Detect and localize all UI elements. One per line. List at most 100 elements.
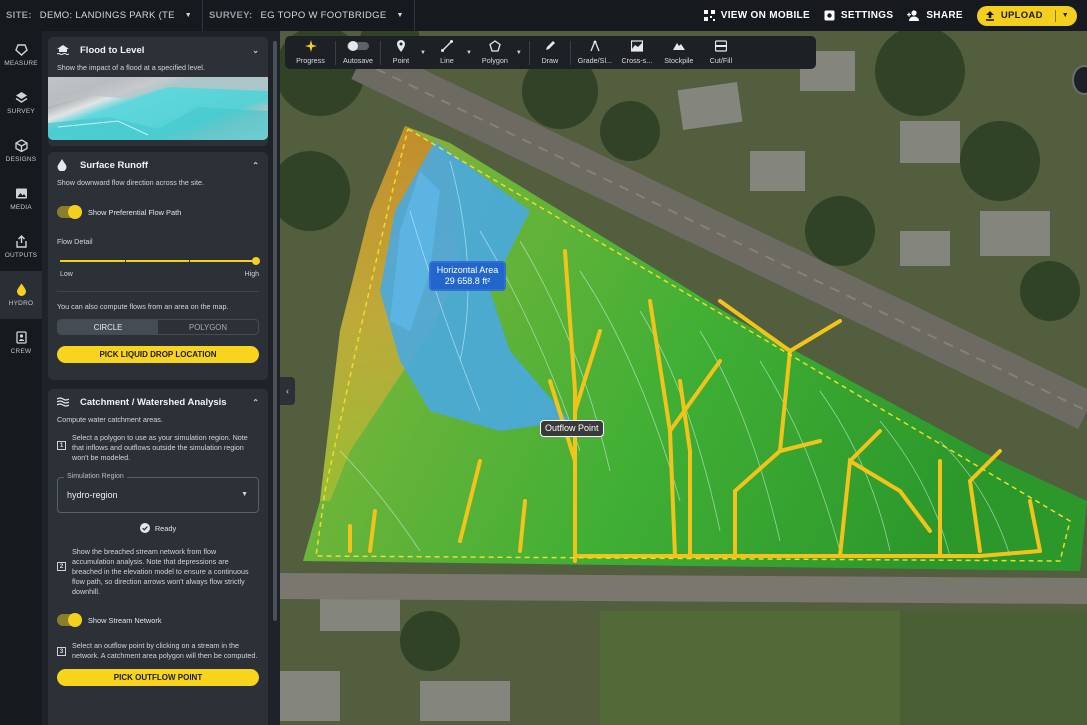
stream-network-toggle[interactable] (57, 613, 82, 627)
tool-label: Autosave (343, 56, 373, 65)
layers-icon (15, 92, 27, 103)
flood-card-header[interactable]: Flood to Level ⌄ (48, 37, 268, 63)
tool-cross-section[interactable]: Cross-s... (616, 36, 658, 69)
tool-label: Polygon (481, 56, 508, 65)
chevron-down-icon: ▼ (184, 12, 193, 19)
tool-label: Point (392, 56, 410, 65)
flow-detail-label: Flow Detail (57, 237, 93, 246)
collapse-sidebar-button[interactable]: ‹ (280, 377, 295, 405)
ready-label: Ready (154, 523, 177, 533)
pick-outflow-point-button[interactable]: PICK OUTFLOW POINT (57, 669, 259, 686)
rail-item-label: HYDRO (8, 300, 34, 307)
simulation-region-value: hydro-region (67, 490, 118, 500)
rail-item-outputs[interactable]: OUTPUTS (0, 223, 42, 271)
chevron-down-icon[interactable]: ▼ (516, 50, 522, 56)
flow-detail-slider[interactable] (60, 255, 260, 267)
simulation-region-label: Simulation Region (64, 473, 127, 480)
divider (1054, 9, 1056, 22)
tool-label: Cut/Fill (709, 56, 733, 65)
slider-thumb[interactable] (252, 257, 260, 265)
preferential-flow-toggle[interactable] (57, 205, 82, 219)
left-rail: MEASURE SURVEY DESIGNS MEDIA OUTPUTS HYD… (0, 31, 42, 725)
rail-item-survey[interactable]: SURVEY (0, 79, 42, 127)
simulation-region-select[interactable]: Simulation Region hydro-region ▼ (57, 473, 259, 513)
surface-runoff-card: Surface Runoff ⌃ Show downward flow dire… (48, 152, 268, 380)
outflow-point-label[interactable]: Outflow Point (540, 420, 604, 437)
rail-item-label: CREW (10, 348, 32, 355)
map-drawing (280, 31, 1087, 725)
tool-progress[interactable]: Progress (289, 36, 332, 69)
tool-label: Line (440, 56, 454, 65)
runoff-title: Surface Runoff (80, 159, 149, 171)
upload-button[interactable]: UPLOAD ▼ (976, 5, 1077, 26)
rail-item-designs[interactable]: DESIGNS (0, 127, 42, 175)
chevron-down-icon: ▼ (241, 491, 248, 498)
autosave-toggle-icon (347, 41, 369, 51)
catchment-card-header[interactable]: Catchment / Watershed Analysis ⌃ (48, 389, 268, 415)
area-flow-description: You can also compute flows from an area … (57, 302, 229, 311)
step-3-text: Select an outflow point by clicking on a… (72, 641, 258, 660)
divider (380, 40, 381, 65)
tool-autosave[interactable]: Autosave (339, 36, 377, 69)
rail-item-hydro[interactable]: HYDRO (0, 271, 42, 319)
image-icon (15, 188, 27, 199)
tool-point[interactable]: Point (384, 36, 418, 69)
flood-icon (57, 44, 70, 56)
tool-grade-slope[interactable]: Grade/Sl... (574, 36, 616, 69)
stream-network-label: Show Stream Network (88, 615, 162, 625)
runoff-description: Show downward flow direction across the … (57, 178, 205, 187)
measure-icon (14, 44, 28, 56)
catchment-description: Compute water catchment areas. (57, 415, 163, 424)
cut-fill-icon (714, 40, 727, 52)
chevron-left-icon: ‹ (286, 386, 289, 396)
circle-option[interactable]: CIRCLE (58, 320, 158, 334)
survey-value: EG TOPO W FOOTBRIDGE (260, 10, 387, 21)
pencil-icon (545, 41, 555, 50)
chevron-down-icon[interactable]: ▼ (466, 50, 472, 56)
settings-button[interactable]: SETTINGS (824, 10, 893, 21)
tool-stockpile[interactable]: Stockpile (658, 36, 700, 69)
step-number-icon: 1 (57, 441, 66, 450)
check-circle-icon (139, 523, 150, 533)
polygon-option[interactable]: POLYGON (158, 320, 258, 334)
gear-icon (824, 10, 835, 21)
tool-polygon[interactable]: Polygon (476, 36, 514, 69)
view-on-mobile-button[interactable]: VIEW ON MOBILE (703, 10, 810, 21)
sidebar-scrollbar[interactable] (273, 41, 277, 621)
area-shape-toggle: CIRCLE POLYGON (57, 319, 259, 335)
divider (57, 291, 259, 292)
tool-cut-fill[interactable]: Cut/Fill (700, 36, 742, 69)
slider-low-label: Low (60, 271, 73, 278)
flood-title: Flood to Level (80, 44, 145, 56)
rail-item-media[interactable]: MEDIA (0, 175, 42, 223)
share-button[interactable]: SHARE (907, 10, 963, 21)
hydro-sidebar: Flood to Level ⌄ Show the impact of a fl… (42, 31, 280, 725)
catchment-title: Catchment / Watershed Analysis (80, 396, 227, 408)
step-1-text: Select a polygon to use as your simulati… (72, 433, 248, 462)
preferential-flow-label: Show Preferential Flow Path (88, 207, 182, 217)
tool-label: Progress (296, 56, 325, 65)
tool-draw[interactable]: Draw (533, 36, 567, 69)
horizontal-area-label: Horizontal Area 29 658.8 ft² (429, 261, 506, 291)
drop-icon (16, 283, 26, 296)
flood-preview-image (48, 77, 268, 140)
view-on-mobile-label: VIEW ON MOBILE (720, 10, 810, 21)
compass-icon (590, 40, 600, 52)
catchment-card: Catchment / Watershed Analysis ⌃ Compute… (48, 389, 268, 725)
step-number-icon: 2 (57, 562, 66, 571)
chevron-down-icon[interactable]: ▼ (420, 50, 426, 56)
rail-item-measure[interactable]: MEASURE (0, 31, 42, 79)
stream-network-toggle-row: Show Stream Network (48, 613, 268, 627)
site-value: DEMO: LANDINGS PARK (TE (39, 10, 175, 21)
map-canvas[interactable]: Horizontal Area 29 658.8 ft² Outflow Poi… (280, 31, 1087, 725)
pick-liquid-drop-button[interactable]: PICK LIQUID DROP LOCATION (57, 346, 259, 363)
chevron-down-icon: ▼ (1061, 12, 1069, 19)
step-2-text: Show the breached stream network from fl… (72, 547, 249, 596)
rail-item-crew[interactable]: CREW (0, 319, 42, 367)
survey-selector[interactable]: SURVEY: EG TOPO W FOOTBRIDGE ▼ (203, 0, 415, 31)
site-selector[interactable]: SITE: DEMO: LANDINGS PARK (TE ▼ (0, 0, 204, 31)
top-bar: SITE: DEMO: LANDINGS PARK (TE ▼ SURVEY: … (0, 0, 1087, 31)
drop-icon (57, 159, 70, 171)
tool-line[interactable]: Line (430, 36, 464, 69)
runoff-card-header[interactable]: Surface Runoff ⌃ (48, 152, 268, 178)
